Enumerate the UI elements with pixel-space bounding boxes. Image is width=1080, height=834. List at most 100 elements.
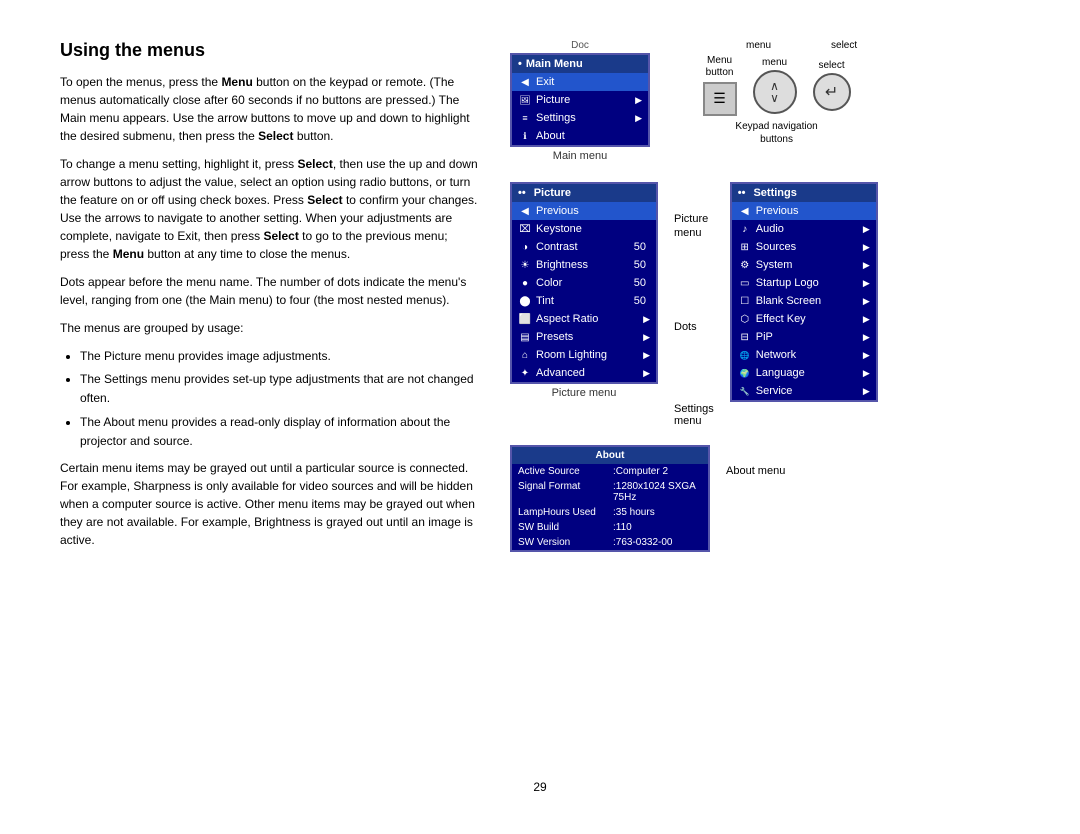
- about-menu-header: About: [512, 447, 708, 464]
- paragraph-2: To change a menu setting, highlight it, …: [60, 155, 480, 263]
- doc-label: Doc: [571, 40, 589, 51]
- settings-item-language[interactable]: 🌍 Language ▶: [732, 364, 876, 382]
- settings-menu-side-label: Settingsmenu: [674, 403, 714, 427]
- brightness-icon: ☀: [518, 258, 532, 272]
- picture-menu-header: •• Picture: [512, 184, 656, 202]
- picture-item-previous[interactable]: ◀ Previous: [512, 202, 656, 220]
- about-row-swbuild: SW Build :110: [512, 520, 708, 535]
- language-icon: 🌍: [738, 366, 752, 380]
- color-value: 50: [634, 277, 646, 289]
- left-column: Using the menus To open the menus, press…: [60, 40, 480, 770]
- main-menu-item-picture[interactable]: 🖼 Picture ▶: [512, 91, 648, 109]
- picture-item-tint[interactable]: ⬤ Tint 50: [512, 292, 656, 310]
- settings-arrow: ▶: [635, 113, 642, 124]
- picture-item-aspect[interactable]: ⬜ Aspect Ratio ▶: [512, 310, 656, 328]
- about-row-signal: Signal Format :1280x1024 SXGA 75Hz: [512, 479, 708, 505]
- aspect-icon: ⬜: [518, 312, 532, 326]
- settings-dots: ••: [738, 187, 746, 199]
- contrast-icon: ◑: [518, 240, 532, 254]
- settings-item-sources[interactable]: ⊞ Sources ▶: [732, 238, 876, 256]
- picture-menu-box: •• Picture ◀ Previous ⌧ Keystone ◑: [510, 182, 658, 384]
- audio-icon: ♪: [738, 222, 752, 236]
- paragraph-1: To open the menus, press the Menu button…: [60, 73, 480, 145]
- select-label-text: select: [831, 40, 857, 51]
- picture-menu-container: •• Picture ◀ Previous ⌧ Keystone ◑: [510, 182, 658, 399]
- about-menu-container: About Active Source :Computer 2 Signal F…: [510, 445, 710, 552]
- main-menu-header: • Main Menu: [512, 55, 648, 73]
- about-row-source: Active Source :Computer 2: [512, 464, 708, 479]
- select-button[interactable]: ↵: [813, 73, 851, 111]
- menu-button[interactable]: ☰: [703, 82, 737, 116]
- main-menu-dot: •: [518, 58, 522, 70]
- settings-item-system[interactable]: ⚙ System ▶: [732, 256, 876, 274]
- system-icon: ⚙: [738, 258, 752, 272]
- about-menu-box: About Active Source :Computer 2 Signal F…: [510, 445, 710, 552]
- settings-prev-icon: ◀: [738, 204, 752, 218]
- picture-item-color[interactable]: ● Color 50: [512, 274, 656, 292]
- main-menu-item-about[interactable]: ℹ About: [512, 127, 648, 145]
- settings-item-startup[interactable]: ▭ Startup Logo ▶: [732, 274, 876, 292]
- nav-label-text: menu: [746, 40, 771, 51]
- settings-item-network[interactable]: 🌐 Network ▶: [732, 346, 876, 364]
- exit-icon: ◀: [518, 75, 532, 89]
- contrast-value: 50: [634, 241, 646, 253]
- aspect-arrow: ▶: [643, 314, 650, 325]
- room-icon: ⌂: [518, 348, 532, 362]
- main-menu-item-exit[interactable]: ◀ Exit: [512, 73, 648, 91]
- settings-item-effect[interactable]: ⬡ Effect Key ▶: [732, 310, 876, 328]
- blank-icon: ☐: [738, 294, 752, 308]
- keypad-area: menu select Menubutton ☰ me: [696, 40, 857, 146]
- down-arrow-icon: ∨: [770, 92, 779, 104]
- settings-item-pip[interactable]: ⊟ PiP ▶: [732, 328, 876, 346]
- menu-button-label: Menubutton: [706, 55, 734, 79]
- bullet-1: The Picture menu provides image adjustme…: [80, 347, 480, 366]
- nav-text: menu: [762, 57, 787, 68]
- presets-icon: ▤: [518, 330, 532, 344]
- center-labels: Picturemenu Dots Settingsmenu: [674, 182, 714, 427]
- page-title: Using the menus: [60, 40, 480, 61]
- keypad-caption: Keypad navigationbuttons: [735, 120, 817, 146]
- about-icon: ℹ: [518, 129, 532, 143]
- keystone-icon: ⌧: [518, 222, 532, 236]
- right-column: Doc • Main Menu ◀ Exit 🖼 Picture: [510, 40, 1020, 770]
- main-menu-label: Main menu: [553, 150, 607, 162]
- settings-item-previous[interactable]: ◀ Previous: [732, 202, 876, 220]
- about-row-lamp: LampHours Used :35 hours: [512, 505, 708, 520]
- picture-item-presets[interactable]: ▤ Presets ▶: [512, 328, 656, 346]
- startup-icon: ▭: [738, 276, 752, 290]
- sources-icon: ⊞: [738, 240, 752, 254]
- service-icon: 🔧: [738, 384, 752, 398]
- picture-item-advanced[interactable]: ✦ Advanced ▶: [512, 364, 656, 382]
- menu-button-icon: ☰: [713, 91, 726, 108]
- dots-label: Dots: [674, 321, 714, 333]
- paragraph-3: Dots appear before the menu name. The nu…: [60, 273, 480, 309]
- advanced-arrow: ▶: [643, 368, 650, 379]
- main-menu-box: • Main Menu ◀ Exit 🖼 Picture ▶: [510, 53, 650, 147]
- picture-item-keystone[interactable]: ⌧ Keystone: [512, 220, 656, 238]
- page-number: 29: [60, 780, 1020, 794]
- nav-circle[interactable]: ∧ ∨: [753, 70, 797, 114]
- picture-item-brightness[interactable]: ☀ Brightness 50: [512, 256, 656, 274]
- paragraph-5: Certain menu items may be grayed out unt…: [60, 459, 480, 549]
- pip-icon: ⊟: [738, 330, 752, 344]
- effect-icon: ⬡: [738, 312, 752, 326]
- settings-menu-container: •• Settings ◀ Previous ♪ Audio ▶: [730, 182, 878, 402]
- bullet-3: The About menu provides a read-only disp…: [80, 413, 480, 451]
- settings-item-service[interactable]: 🔧 Service ▶: [732, 382, 876, 400]
- settings-item-audio[interactable]: ♪ Audio ▶: [732, 220, 876, 238]
- main-menu-item-settings[interactable]: ≡ Settings ▶: [512, 109, 648, 127]
- settings-menu-header: •• Settings: [732, 184, 876, 202]
- picture-item-contrast[interactable]: ◑ Contrast 50: [512, 238, 656, 256]
- enter-icon: ↵: [825, 82, 838, 102]
- picture-menu-label: Picture menu: [552, 387, 617, 399]
- bullet-list: The Picture menu provides image adjustme…: [80, 347, 480, 451]
- settings-icon: ≡: [518, 111, 532, 125]
- select-text: select: [819, 60, 845, 71]
- settings-menu-box: •• Settings ◀ Previous ♪ Audio ▶: [730, 182, 878, 402]
- picture-dots: ••: [518, 187, 526, 199]
- advanced-icon: ✦: [518, 366, 532, 380]
- tint-icon: ⬤: [518, 294, 532, 308]
- picture-item-room[interactable]: ⌂ Room Lighting ▶: [512, 346, 656, 364]
- bullet-2: The Settings menu provides set-up type a…: [80, 370, 480, 408]
- settings-item-blank[interactable]: ☐ Blank Screen ▶: [732, 292, 876, 310]
